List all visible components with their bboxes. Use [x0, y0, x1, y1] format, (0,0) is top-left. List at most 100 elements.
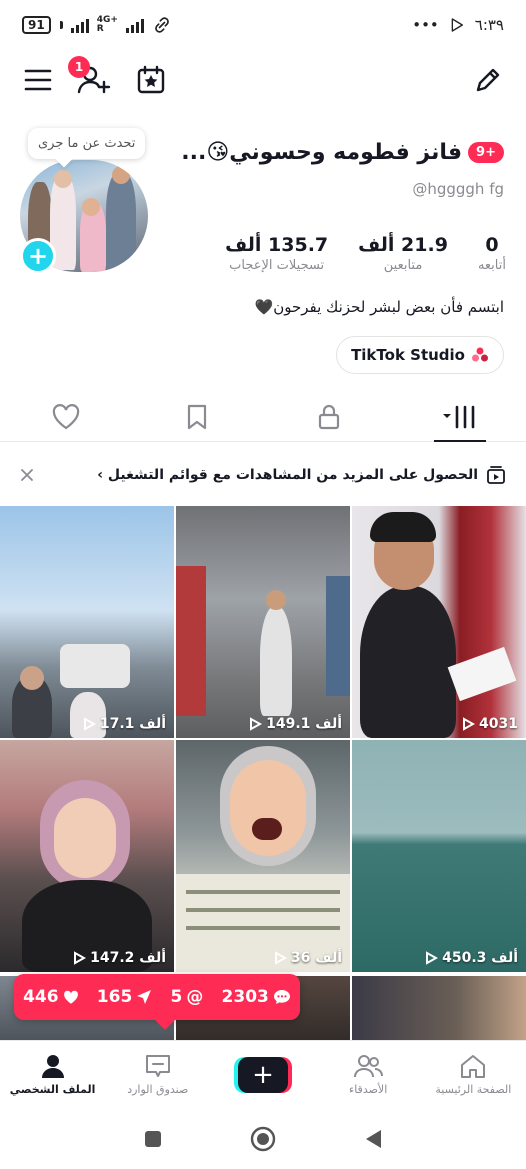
favorites-button[interactable]	[131, 60, 171, 100]
plus-icon: +	[237, 1056, 288, 1093]
name-badge[interactable]: 9+	[468, 142, 504, 163]
video-grid: 17.1 ألف 149.1 ألف 4031 147.2 ألف 36 ألف…	[0, 506, 526, 972]
studio-icon	[472, 347, 488, 362]
banner-content[interactable]: الحصول على المزيد من المشاهدات مع قوائم …	[97, 466, 506, 484]
link-icon	[155, 17, 169, 33]
create-button[interactable]: +	[233, 1056, 292, 1093]
heart-icon	[52, 403, 79, 429]
status-left: 91 4G+ R	[22, 15, 172, 35]
add-friend-button[interactable]: 1	[68, 56, 114, 100]
system-nav	[0, 1108, 526, 1169]
battery-icon: 91	[22, 16, 51, 34]
grid-videos-icon	[443, 405, 475, 428]
engagement-popup[interactable]: 446 165 5 @ 2303	[14, 974, 300, 1020]
at-icon: @	[186, 987, 204, 1007]
home-button-icon[interactable]	[249, 1125, 277, 1153]
battery-tip	[59, 21, 63, 29]
stat-following[interactable]: 0 أتابعه	[478, 234, 506, 273]
video-thumbnail[interactable]: 149.1 ألف	[176, 506, 350, 738]
nav-home-label: الصفحة الرئيسية	[435, 1083, 512, 1096]
video-thumbnail[interactable]: 147.2 ألف	[0, 740, 174, 972]
heart-filled-icon	[63, 990, 78, 1004]
playlist-icon	[487, 466, 505, 484]
view-count: 149.1 ألف	[249, 716, 342, 732]
notification-badge: 1	[68, 56, 90, 78]
add-story-button[interactable]: +	[20, 238, 56, 274]
shares-stat: 165	[97, 987, 153, 1007]
play-store-icon	[451, 18, 463, 32]
status-bubble[interactable]: تحدث عن ما جرى	[28, 128, 146, 159]
nav-home[interactable]: الصفحة الرئيسية	[423, 1053, 523, 1096]
likes-label: تسجيلات الإعجاب	[229, 258, 325, 273]
video-thumbnail[interactable]	[352, 976, 526, 1046]
send-icon	[137, 990, 152, 1004]
lock-icon	[318, 404, 339, 429]
view-count: 147.2 ألف	[73, 950, 166, 966]
following-count: 0	[485, 234, 499, 256]
nav-inbox-label: صندوق الوارد	[127, 1083, 189, 1096]
comments-stat: 2303	[222, 987, 291, 1007]
name-row: فانز فطومه وحسوني😘... 9+	[181, 140, 504, 165]
video-thumbnail[interactable]: 4031	[352, 506, 526, 738]
tiktok-studio-button[interactable]: TikTok Studio	[336, 336, 504, 374]
view-count: 17.1 ألف	[83, 716, 166, 732]
video-thumbnail[interactable]: 17.1 ألف	[0, 506, 174, 738]
comment-icon	[273, 990, 290, 1004]
calendar-star-icon	[137, 65, 165, 94]
bottom-nav: الملف الشخصي صندوق الوارد + الأصدقاء الص…	[0, 1040, 526, 1108]
likes-value: 446	[23, 987, 59, 1007]
back-icon[interactable]	[363, 1128, 383, 1150]
battery-level: 91	[28, 18, 45, 32]
view-count: 36 ألف	[274, 950, 342, 966]
inbox-icon	[145, 1055, 170, 1077]
tab-videos[interactable]	[420, 393, 500, 442]
clock: ٦:٣٩	[474, 16, 504, 34]
username: @hggggh fg	[412, 180, 504, 198]
view-count: 450.3 ألف	[425, 950, 518, 966]
display-name: فانز فطومه وحسوني😘...	[181, 140, 463, 165]
tab-saved[interactable]	[157, 393, 237, 441]
recent-apps-icon[interactable]	[143, 1129, 163, 1149]
mentions-stat: 5 @	[171, 987, 204, 1007]
content-tabs	[0, 392, 526, 442]
bookmark-icon	[188, 404, 207, 429]
banner-text: الحصول على المزيد من المشاهدات مع قوائم …	[97, 467, 478, 483]
menu-icon[interactable]	[18, 60, 58, 100]
status-right: ••• ٦:٣٩	[412, 16, 504, 34]
tab-liked[interactable]	[26, 393, 106, 441]
stats: 0 أتابعه 21.9 ألف متابعين 135.7 ألف تسجي…	[225, 234, 506, 273]
signal-icon	[70, 17, 89, 33]
more-dots-icon: •••	[412, 16, 439, 34]
stat-followers[interactable]: 21.9 ألف متابعين	[358, 234, 448, 273]
nav-profile[interactable]: الملف الشخصي	[3, 1053, 103, 1096]
following-label: أتابعه	[477, 258, 506, 273]
nav-create[interactable]: +	[213, 1056, 313, 1093]
view-count: 4031	[462, 716, 518, 732]
nav-profile-label: الملف الشخصي	[9, 1083, 96, 1096]
avatar-container[interactable]: +	[20, 160, 150, 274]
playlist-banner[interactable]: الحصول على المزيد من المشاهدات مع قوائم …	[0, 452, 526, 498]
edit-profile-button[interactable]	[468, 60, 508, 100]
followers-count: 21.9 ألف	[358, 234, 448, 256]
video-thumbnail[interactable]: 450.3 ألف	[352, 740, 526, 972]
signal-icon-2	[125, 17, 144, 33]
profile-icon	[41, 1055, 64, 1078]
close-icon[interactable]	[20, 468, 34, 482]
likes-stat: 446	[23, 987, 79, 1007]
home-icon	[461, 1055, 486, 1078]
friends-icon	[354, 1055, 384, 1078]
video-thumbnail[interactable]: 36 ألف	[176, 740, 350, 972]
mentions-value: 5	[170, 987, 183, 1007]
network-type: 4G+ R	[96, 15, 118, 34]
shares-value: 165	[96, 987, 133, 1007]
bio: ابتسم فأن بعض لبشر لحزنك يفرحون🖤	[254, 298, 504, 316]
top-bar: 1	[0, 52, 526, 108]
likes-count: 135.7 ألف	[225, 234, 329, 256]
nav-inbox[interactable]: صندوق الوارد	[108, 1053, 208, 1096]
nav-friends[interactable]: الأصدقاء	[318, 1053, 418, 1096]
nav-friends-label: الأصدقاء	[349, 1083, 388, 1096]
comments-value: 2303	[221, 987, 269, 1007]
stat-likes[interactable]: 135.7 ألف تسجيلات الإعجاب	[225, 234, 328, 273]
tab-private[interactable]	[289, 393, 369, 441]
pencil-icon	[476, 68, 500, 92]
